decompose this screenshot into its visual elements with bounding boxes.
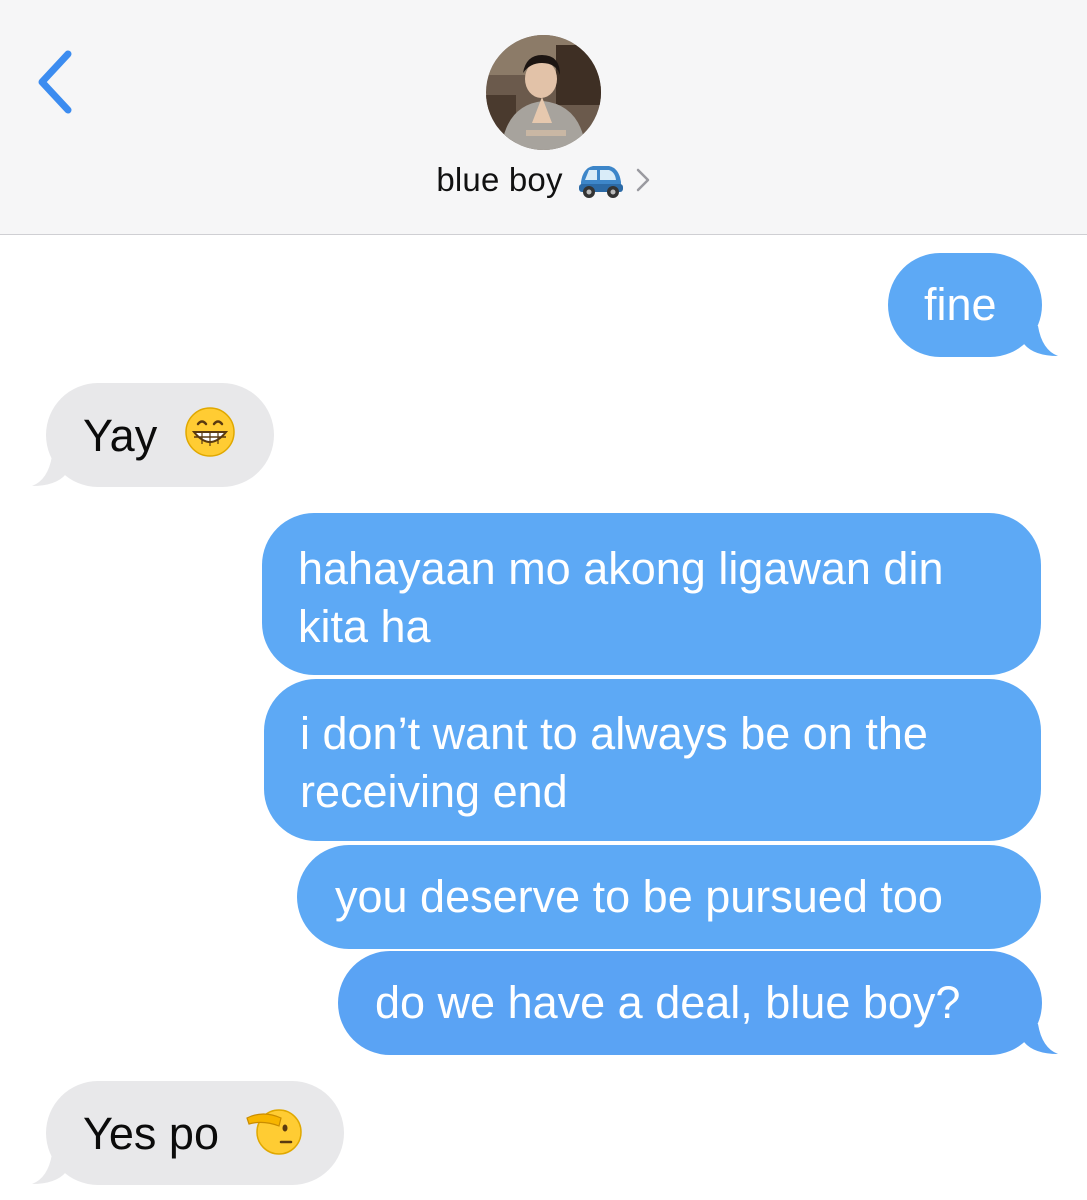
conversation-header: blue boy bbox=[0, 0, 1087, 235]
message-bubble-outgoing[interactable]: i don’t want to always be on the receivi… bbox=[264, 679, 1041, 841]
grinning-face-icon bbox=[184, 406, 236, 472]
chevron-left-icon bbox=[38, 50, 72, 114]
message-bubble-outgoing[interactable]: you deserve to be pursued too bbox=[297, 845, 1041, 949]
message-text-line: i don’t want to always be on the bbox=[300, 708, 928, 759]
contact-avatar[interactable] bbox=[486, 35, 601, 150]
bubble-tail bbox=[32, 1154, 66, 1184]
message-text: Yay bbox=[83, 409, 158, 461]
chevron-right-icon bbox=[635, 167, 651, 193]
message-bubble-outgoing[interactable]: hahayaan mo akong ligawan din kita ha bbox=[262, 513, 1041, 675]
message-text: you deserve to be pursued too bbox=[335, 871, 943, 922]
back-button[interactable] bbox=[30, 46, 80, 116]
message-text-line: hahayaan mo akong ligawan din bbox=[298, 543, 944, 594]
message-text: fine bbox=[924, 279, 997, 330]
bubble-tail bbox=[1024, 326, 1058, 356]
avatar-photo bbox=[486, 35, 601, 150]
contact-title[interactable]: blue boy bbox=[0, 160, 1087, 200]
contact-name: blue boy bbox=[436, 161, 563, 198]
car-icon bbox=[575, 160, 625, 200]
message-text-line: kita ha bbox=[298, 601, 431, 652]
message-bubble-outgoing[interactable]: do we have a deal, blue boy? bbox=[338, 951, 1042, 1055]
message-bubble-incoming[interactable]: Yes po bbox=[46, 1081, 344, 1185]
message-text: do we have a deal, blue boy? bbox=[375, 977, 961, 1028]
bubble-tail bbox=[1024, 1024, 1058, 1054]
message-bubble-incoming[interactable]: Yay bbox=[46, 383, 274, 487]
saluting-face-icon bbox=[245, 1104, 303, 1170]
message-bubble-outgoing[interactable]: fine bbox=[888, 253, 1042, 357]
message-text-line: receiving end bbox=[300, 766, 568, 817]
bubble-tail bbox=[32, 456, 66, 486]
message-text: Yes po bbox=[83, 1107, 219, 1159]
